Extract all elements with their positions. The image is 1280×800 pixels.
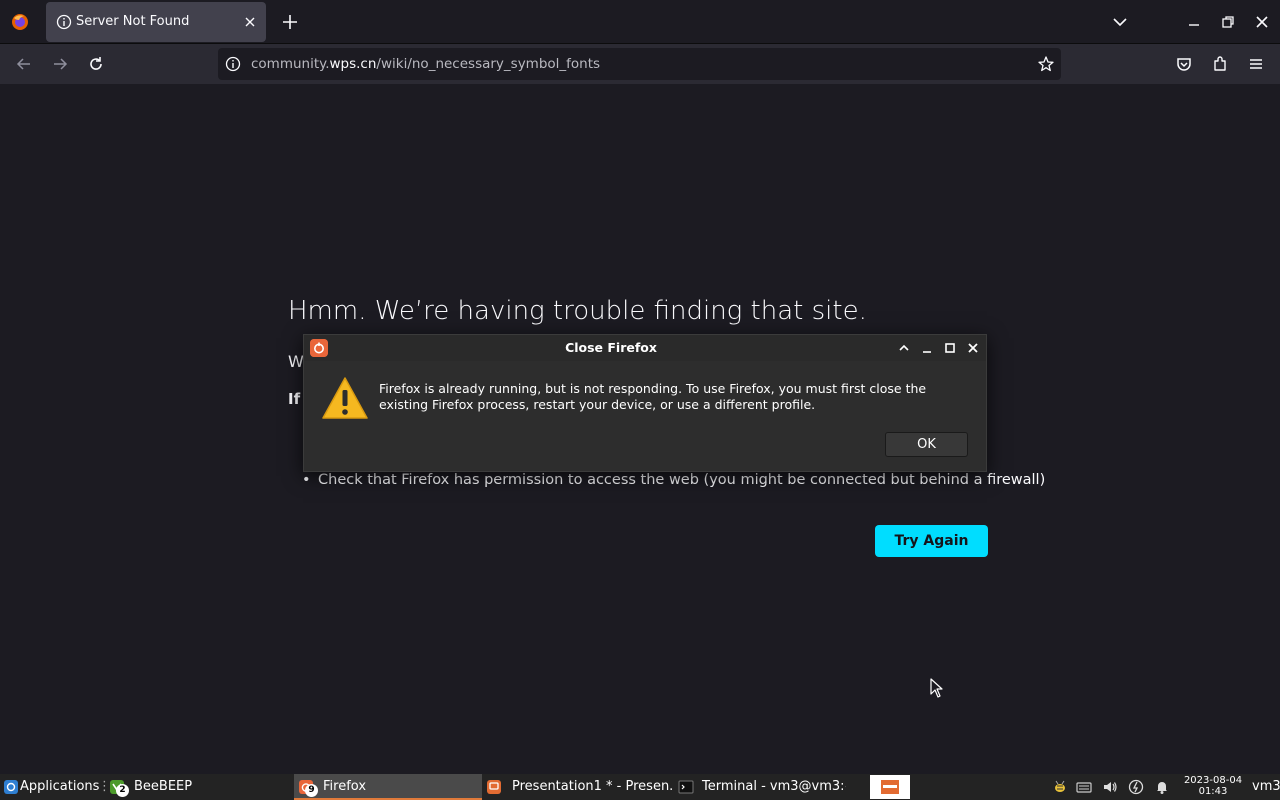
- applications-label: Applications: [20, 779, 100, 794]
- taskbar: Applications ⋮ 2 BeeBEEP 9 Firefox Prese…: [0, 774, 1280, 800]
- close-dialog-icon[interactable]: [965, 340, 981, 356]
- info-icon: [56, 14, 72, 30]
- close-firefox-dialog: Close Firefox Firefox is already running…: [303, 334, 987, 472]
- taskbar-terminal[interactable]: Terminal - vm3@vm3:~: [676, 774, 846, 800]
- keyboard-icon[interactable]: [1076, 779, 1092, 795]
- forward-icon[interactable]: [50, 54, 70, 74]
- volume-icon[interactable]: [1102, 779, 1118, 795]
- close-tab-icon[interactable]: [242, 14, 258, 30]
- error-title: Hmm. We’re having trouble finding that s…: [288, 296, 867, 326]
- firefox-logo-icon[interactable]: [10, 12, 30, 32]
- tab-strip: Server Not Found: [0, 0, 1280, 44]
- url-text: community.wps.cn/wiki/no_necessary_symbo…: [251, 56, 601, 72]
- presentation-icon: [487, 780, 501, 794]
- applications-icon: [4, 780, 18, 794]
- ok-button[interactable]: OK: [885, 432, 968, 457]
- try-again-button[interactable]: Try Again: [875, 525, 988, 557]
- mouse-cursor-icon: [930, 678, 943, 698]
- taskbar-firefox[interactable]: 9 Firefox: [294, 774, 482, 800]
- screen: Server Not Found community.wps.cn/wiki/n…: [0, 0, 1280, 800]
- notifications-bell-icon[interactable]: [1154, 779, 1170, 795]
- clock-time: 01:43: [1198, 786, 1228, 797]
- firefox-label: Firefox: [323, 779, 367, 794]
- applications-menu[interactable]: Applications ⋮: [2, 774, 106, 800]
- firefox-badge: 9: [305, 784, 318, 797]
- taskbar-presentation[interactable]: Presentation1 * - Presen...: [486, 774, 672, 800]
- minimize-window-icon[interactable]: [1184, 12, 1204, 32]
- dialog-title: Close Firefox: [565, 340, 657, 355]
- power-icon[interactable]: [1128, 779, 1144, 795]
- list-all-tabs-icon[interactable]: [1110, 12, 1130, 32]
- user-name[interactable]: vm3: [1252, 774, 1280, 800]
- presentation-label: Presentation1 * - Presen...: [512, 779, 672, 794]
- back-icon[interactable]: [14, 54, 34, 74]
- bookmark-star-icon[interactable]: [1037, 55, 1055, 73]
- error-text-fragment: W: [288, 352, 304, 371]
- warning-icon: [322, 377, 368, 419]
- clock[interactable]: 2023-08-04 01:43: [1182, 775, 1244, 797]
- close-window-icon[interactable]: [1252, 12, 1272, 32]
- new-tab-icon[interactable]: [280, 12, 300, 32]
- taskbar-window-preview[interactable]: [870, 775, 910, 799]
- error-suggestion-item: Check that Firefox has permission to acc…: [302, 472, 1045, 488]
- clock-date: 2023-08-04: [1183, 775, 1243, 786]
- navigation-toolbar: community.wps.cn/wiki/no_necessary_symbo…: [0, 44, 1280, 84]
- reload-icon[interactable]: [86, 54, 106, 74]
- maximize-dialog-icon[interactable]: [942, 340, 958, 356]
- menu-icon[interactable]: [1246, 54, 1266, 74]
- dialog-titlebar[interactable]: Close Firefox: [304, 335, 986, 361]
- pocket-icon[interactable]: [1174, 54, 1194, 74]
- beebeep-label: BeeBEEP: [134, 779, 193, 794]
- restore-window-icon[interactable]: [1218, 12, 1238, 32]
- beebeep-badge: 2: [116, 784, 129, 797]
- beebeep-tray-icon[interactable]: [1052, 779, 1068, 795]
- dialog-message: Firefox is already running, but is not r…: [379, 381, 927, 412]
- menu-separator-icon: ⋮: [98, 779, 106, 794]
- terminal-icon: [678, 780, 694, 794]
- url-bar[interactable]: community.wps.cn/wiki/no_necessary_symbo…: [218, 48, 1061, 80]
- site-info-icon[interactable]: [225, 56, 241, 72]
- taskbar-beebeep[interactable]: 2 BeeBEEP: [108, 774, 288, 800]
- roll-up-icon[interactable]: [896, 340, 912, 356]
- error-subheading-fragment: If: [288, 390, 301, 408]
- window-preview-icon: [881, 780, 899, 794]
- tab-title: Server Not Found: [76, 14, 190, 29]
- minimize-dialog-icon[interactable]: [919, 340, 935, 356]
- extensions-icon[interactable]: [1210, 54, 1230, 74]
- tab-server-not-found[interactable]: Server Not Found: [46, 2, 266, 42]
- terminal-label: Terminal - vm3@vm3:~: [702, 779, 846, 794]
